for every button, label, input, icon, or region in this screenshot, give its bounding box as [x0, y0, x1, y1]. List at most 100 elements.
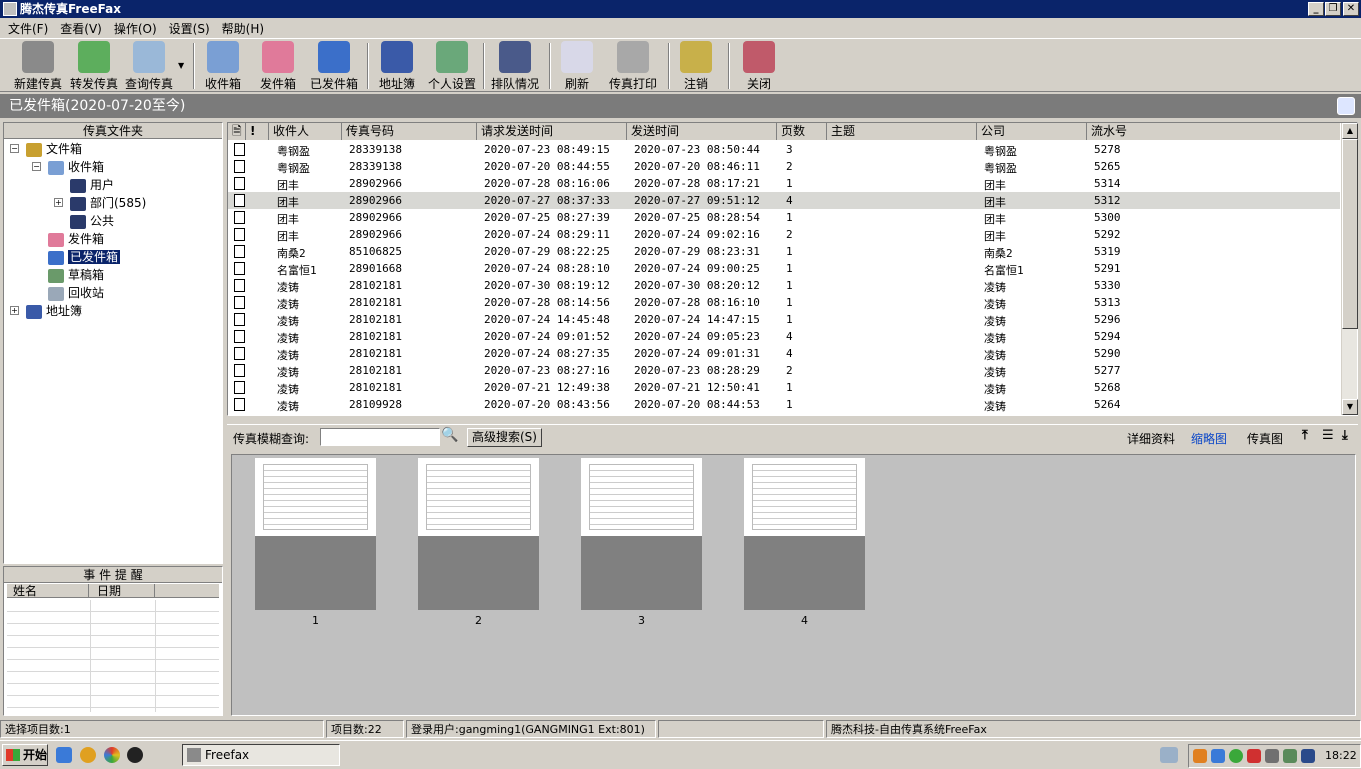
tray-app-icon[interactable] — [1193, 749, 1207, 763]
col-header-pages[interactable]: 页数 — [777, 123, 827, 140]
fax-thumbnail[interactable] — [581, 458, 702, 610]
address-book-button[interactable]: 地址簿 — [375, 41, 419, 91]
quicklaunch-ie-icon[interactable] — [56, 747, 72, 763]
scroll-up-arrow-icon[interactable]: ▲ — [1342, 123, 1358, 139]
tray-monitor-icon[interactable] — [1301, 749, 1315, 763]
tree-item-outbox[interactable]: 发件箱 — [48, 230, 104, 248]
personal-settings-button[interactable]: 个人设置 — [425, 41, 479, 91]
menu-file[interactable]: 文件(F) — [2, 20, 54, 37]
tray-fax-icon[interactable] — [1283, 749, 1297, 763]
quicklaunch-qq-icon[interactable] — [127, 747, 143, 763]
tree-item-drafts[interactable]: 草稿箱 — [48, 266, 104, 284]
table-cell: 28901668 — [349, 262, 402, 275]
clock[interactable]: 18:22 — [1325, 749, 1357, 762]
table-row[interactable]: 团丰 28902966 2020-07-25 08:27:39 2020-07-25 … — [228, 209, 1340, 226]
table-row[interactable]: 南桑2 85106825 2020-07-29 08:22:25 2020-07-29… — [228, 243, 1340, 260]
tree-item-address-book[interactable]: 地址簿 — [26, 302, 82, 320]
priority-col-icon[interactable]: ! — [246, 123, 269, 140]
fax-document-icon — [234, 245, 245, 258]
move-top-icon[interactable]: ⤒ — [1302, 428, 1308, 443]
fax-thumbnail[interactable] — [418, 458, 539, 610]
tray-device-icon[interactable] — [1265, 749, 1279, 763]
tree-item-file-box[interactable]: 文件箱 — [26, 140, 82, 158]
menu-settings[interactable]: 设置(S) — [163, 20, 216, 37]
col-header-date[interactable]: 日期 — [93, 584, 155, 598]
query-fax-button[interactable]: 查询传真 — [121, 41, 177, 91]
fax-print-button[interactable]: 传真打印 — [606, 41, 660, 91]
start-button[interactable]: 开始 — [2, 744, 48, 766]
tab-fax-image[interactable]: 传真图 — [1247, 430, 1283, 447]
col-header-company[interactable]: 公司 — [977, 123, 1087, 140]
tree-item-inbox[interactable]: 收件箱 — [48, 158, 104, 176]
tray-security-icon[interactable] — [1229, 749, 1243, 763]
scroll-down-arrow-icon[interactable]: ▼ — [1342, 399, 1358, 415]
minimize-button[interactable]: _ — [1308, 2, 1324, 16]
tree-item-sent-box[interactable]: 已发件箱 — [48, 248, 121, 266]
table-row[interactable]: 凌铸 28102181 2020-07-28 08:14:56 2020-07-28 … — [228, 294, 1340, 311]
tab-detail[interactable]: 详细资料 — [1127, 430, 1175, 447]
refresh-button[interactable]: 刷新 — [560, 41, 594, 91]
outbox-button[interactable]: 发件箱 — [255, 41, 301, 91]
scrollbar-thumb[interactable] — [1342, 139, 1358, 329]
table-row[interactable]: 团丰 28902966 2020-07-28 08:16:06 2020-07-28 … — [228, 175, 1340, 192]
doc-col-icon[interactable]: 🗎 — [228, 123, 246, 140]
fax-thumbnail[interactable] — [255, 458, 376, 610]
search-icon[interactable]: 🔍 — [441, 427, 461, 447]
expand-toggle[interactable]: + — [10, 306, 19, 315]
menu-help[interactable]: 帮助(H) — [216, 20, 270, 37]
tab-thumbnail[interactable]: 缩略图 — [1191, 430, 1227, 447]
table-row[interactable]: 凌铸 28102181 2020-07-23 08:27:16 2020-07-23 … — [228, 362, 1340, 379]
table-row[interactable]: 名富恒1 28901668 2020-07-24 08:28:10 2020-07-2… — [228, 260, 1340, 277]
new-fax-button[interactable]: 新建传真 — [10, 41, 66, 91]
queue-status-button[interactable]: 排队情况 — [488, 41, 542, 91]
table-row[interactable]: 粤钢盈 28339138 2020-07-23 08:49:15 2020-07-23… — [228, 141, 1340, 158]
table-row[interactable]: 凌铸 28102181 2020-07-24 08:27:35 2020-07-24 … — [228, 345, 1340, 362]
collapse-toggle[interactable]: − — [10, 144, 19, 153]
tree-item-department[interactable]: 部门(585) — [70, 194, 146, 212]
search-input[interactable] — [320, 428, 440, 446]
restore-button[interactable]: ❐ — [1325, 2, 1341, 16]
task-freefax[interactable]: Freefax — [182, 744, 340, 766]
tree-item-user[interactable]: 用户 — [70, 176, 114, 194]
table-cell: 2020-07-29 08:22:25 — [484, 245, 610, 258]
fax-list-scrollbar[interactable]: ▲ ▼ — [1341, 123, 1358, 415]
network-icon[interactable] — [1160, 747, 1178, 763]
col-header-send-time[interactable]: 发送时间 — [627, 123, 777, 140]
menu-lines-icon[interactable]: ☰ — [1322, 428, 1334, 443]
table-row[interactable]: 团丰 28902966 2020-07-24 08:29:11 2020-07-24 … — [228, 226, 1340, 243]
advanced-search-button[interactable]: 高级搜索(S) — [467, 428, 542, 447]
table-row[interactable]: 粤钢盈 28339138 2020-07-20 08:44:55 2020-07-20… — [228, 158, 1340, 175]
table-row[interactable]: 凌铸 28109928 2020-07-20 08:43:56 2020-07-20 … — [228, 396, 1340, 413]
tray-network-icon[interactable] — [1211, 749, 1225, 763]
sent-box-button[interactable]: 已发件箱 — [307, 41, 361, 91]
fax-thumbnail[interactable] — [744, 458, 865, 610]
tree-item-public[interactable]: 公共 — [70, 212, 114, 230]
table-row[interactable]: 凌铸 28102181 2020-07-30 08:19:12 2020-07-30 … — [228, 277, 1340, 294]
table-row[interactable]: 凌铸 28102181 2020-07-24 14:45:48 2020-07-24 … — [228, 311, 1340, 328]
move-bottom-icon[interactable]: ⤓ — [1342, 428, 1348, 443]
table-row[interactable]: 团丰 28902966 2020-07-27 08:37:33 2020-07-27 … — [228, 192, 1340, 209]
inbox-button[interactable]: 收件箱 — [200, 41, 246, 91]
forward-fax-button[interactable]: 转发传真 — [66, 41, 122, 91]
tree-item-recycle-bin[interactable]: 回收站 — [48, 284, 104, 302]
col-header-fax-number[interactable]: 传真号码 — [342, 123, 477, 140]
menu-action[interactable]: 操作(O) — [108, 20, 163, 37]
expand-toggle[interactable]: + — [54, 198, 63, 207]
col-header-recipient[interactable]: 收件人 — [269, 123, 342, 140]
folder-view-icon[interactable] — [1337, 97, 1355, 115]
col-header-name[interactable]: 姓名 — [13, 584, 89, 598]
tray-volume-icon[interactable] — [1247, 749, 1261, 763]
table-row[interactable]: 凌铸 28102181 2020-07-24 09:01:52 2020-07-24 … — [228, 328, 1340, 345]
quicklaunch-media-icon[interactable] — [104, 747, 120, 763]
col-header-serial[interactable]: 流水号 — [1087, 123, 1340, 140]
col-header-request-time[interactable]: 请求发送时间 — [477, 123, 627, 140]
menu-view[interactable]: 查看(V) — [54, 20, 108, 37]
quicklaunch-browser-icon[interactable] — [80, 747, 96, 763]
close-button[interactable]: 关闭 — [742, 41, 776, 91]
logout-button[interactable]: 注销 — [679, 41, 713, 91]
collapse-toggle[interactable]: − — [32, 162, 41, 171]
close-window-button[interactable]: ✕ — [1343, 2, 1359, 16]
col-header-subject[interactable]: 主题 — [827, 123, 977, 140]
dropdown-arrow-icon[interactable]: ▼ — [178, 61, 184, 70]
table-row[interactable]: 凌铸 28102181 2020-07-21 12:49:38 2020-07-21 … — [228, 379, 1340, 396]
